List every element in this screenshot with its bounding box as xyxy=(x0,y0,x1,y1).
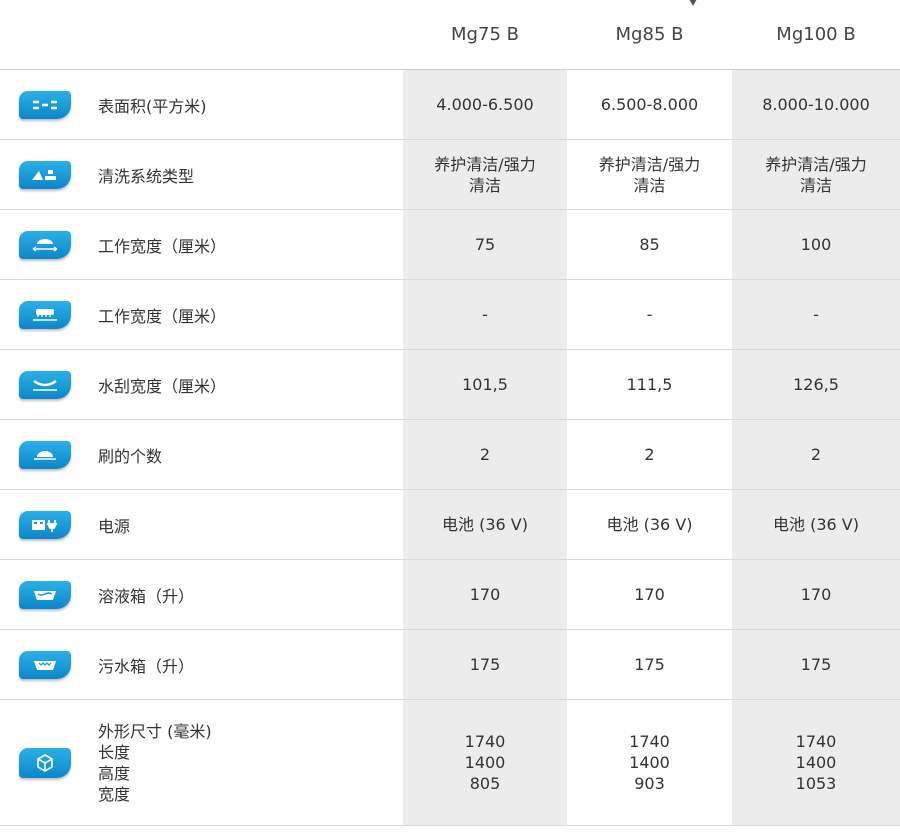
length-value: 1740 xyxy=(795,732,837,751)
spec-value-mg100b: 2 xyxy=(732,420,900,489)
dimensions-length-label: 长度 xyxy=(98,742,131,762)
spec-value-mg75b: 2 xyxy=(403,420,567,489)
power-source-icon xyxy=(19,510,71,539)
spec-row-dimensions: 外形尺寸 (毫米) 长度 高度 宽度 1740 1400 805 1740 14… xyxy=(0,700,900,826)
width-value: 805 xyxy=(469,774,501,793)
spec-value-mg100b: 养护清洁/强力 清洁 xyxy=(732,140,900,209)
spec-label: 电源 xyxy=(98,516,131,536)
model-header-row: Mg75 B Mg85 B Mg100 B xyxy=(0,0,900,70)
header-spacer xyxy=(0,0,90,69)
spec-value-mg75b: 4.000-6.500 xyxy=(403,70,567,139)
spec-value-mg100b: 175 xyxy=(732,630,900,699)
spec-row: 电源 电池 (36 V) 电池 (36 V) 电池 (36 V) xyxy=(0,490,900,560)
squeegee-width-icon xyxy=(19,370,71,399)
solution-tank-icon xyxy=(19,580,71,609)
spec-value-mg85b: 电池 (36 V) xyxy=(606,515,693,534)
height-value: 1400 xyxy=(464,753,506,772)
spec-label: 工作宽度（厘米） xyxy=(98,236,227,256)
spec-value-mg85b: 170 xyxy=(634,585,665,604)
spec-label: 污水箱（升） xyxy=(98,656,195,676)
dimensions-title: 外形尺寸 (毫米) xyxy=(98,721,212,741)
dimensions-width-label: 宽度 xyxy=(98,784,131,804)
spec-value-mg85b: 2 xyxy=(644,445,655,464)
spec-label: 表面积(平方米) xyxy=(98,96,207,116)
spec-value-mg85b: 111,5 xyxy=(626,375,673,394)
height-value: 1400 xyxy=(795,753,837,772)
spec-value-mg100b: 170 xyxy=(732,560,900,629)
brush-count-icon xyxy=(19,440,71,469)
spec-value-mg100b: 126,5 xyxy=(732,350,900,419)
spec-value-mg100b: 8.000-10.000 xyxy=(732,70,900,139)
spec-label: 工作宽度（厘米） xyxy=(98,306,227,326)
header-label-spacer xyxy=(90,0,403,69)
model-header-mg100b[interactable]: Mg100 B xyxy=(732,0,900,69)
model-header-mg85b[interactable]: Mg85 B xyxy=(567,0,732,69)
spec-value-mg75b: 75 xyxy=(403,210,567,279)
spec-value-mg75b: 170 xyxy=(403,560,567,629)
selected-model-pointer-icon xyxy=(685,0,701,6)
spec-value-mg75b: 101,5 xyxy=(403,350,567,419)
spec-row: 工作宽度（厘米） 75 85 100 xyxy=(0,210,900,280)
working-width-icon xyxy=(19,230,71,259)
spec-value-mg100b: - xyxy=(732,280,900,349)
working-width-alt-icon xyxy=(19,300,71,329)
spec-value-mg100b: 电池 (36 V) xyxy=(732,490,900,559)
spec-value-mg75b: - xyxy=(403,280,567,349)
height-value: 1400 xyxy=(629,753,670,772)
spec-value-mg75b: 1740 1400 805 xyxy=(403,700,567,825)
spec-value-mg75b: 电池 (36 V) xyxy=(403,490,567,559)
spec-row: 水刮宽度（厘米） 101,5 111,5 126,5 xyxy=(0,350,900,420)
spec-row: 表面积(平方米) 4.000-6.500 6.500-8.000 8.000-1… xyxy=(0,70,900,140)
spec-value-mg100b: 100 xyxy=(732,210,900,279)
spec-value-mg85b: 1740 1400 903 xyxy=(567,700,732,825)
spec-value-mg85b: 养护清洁/强力 清洁 xyxy=(598,154,701,195)
width-value: 1053 xyxy=(795,774,837,793)
spec-label: 清洗系统类型 xyxy=(98,166,195,186)
dimensions-height-label: 高度 xyxy=(98,763,131,783)
spec-row: 溶液箱（升） 170 170 170 xyxy=(0,560,900,630)
cleaning-system-icon xyxy=(19,160,71,189)
spec-value-mg75b: 养护清洁/强力 清洁 xyxy=(403,140,567,209)
spec-value-mg75b: 175 xyxy=(403,630,567,699)
spec-label: 溶液箱（升） xyxy=(98,586,195,606)
spec-label: 水刮宽度（厘米） xyxy=(98,376,227,396)
surface-area-icon xyxy=(19,90,71,119)
spec-value-mg100b: 1740 1400 1053 xyxy=(732,700,900,825)
model-header-mg75b[interactable]: Mg75 B xyxy=(403,0,567,69)
spec-value-mg85b: 175 xyxy=(634,655,665,674)
dimensions-cube-icon xyxy=(19,747,71,778)
spec-row: 工作宽度（厘米） - - - xyxy=(0,280,900,350)
spec-label: 刷的个数 xyxy=(98,446,163,466)
spec-value-mg85b: - xyxy=(646,305,653,324)
recovery-tank-icon xyxy=(19,650,71,679)
spec-row: 清洗系统类型 养护清洁/强力 清洁 养护清洁/强力 清洁 养护清洁/强力 清洁 xyxy=(0,140,900,210)
spec-label-dimensions: 外形尺寸 (毫米) 长度 高度 宽度 xyxy=(90,700,403,825)
spec-value-mg85b: 85 xyxy=(639,235,660,254)
spec-row: 刷的个数 2 2 2 xyxy=(0,420,900,490)
spec-row: 污水箱（升） 175 175 175 xyxy=(0,630,900,700)
length-value: 1740 xyxy=(464,732,506,751)
length-value: 1740 xyxy=(629,732,670,751)
spec-value-mg85b: 6.500-8.000 xyxy=(600,95,699,114)
width-value: 903 xyxy=(634,774,665,793)
spec-comparison-table: Mg75 B Mg85 B Mg100 B 表面积(平方米) 4.000-6.5… xyxy=(0,0,900,826)
